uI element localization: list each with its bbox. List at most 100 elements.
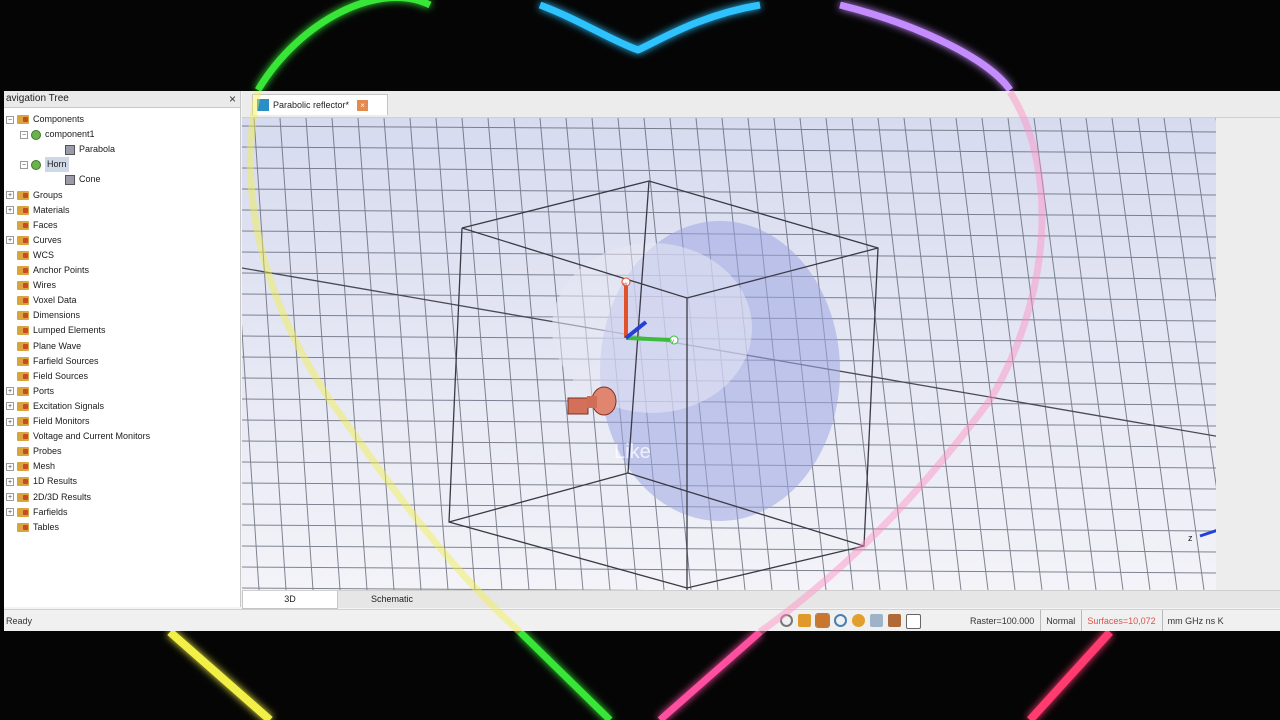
tree-item-label: Field Monitors — [33, 416, 90, 426]
wcs-v-label: v — [671, 339, 674, 345]
status-surfaces: Surfaces=10,072 — [1081, 610, 1156, 631]
expand-icon[interactable]: + — [6, 402, 14, 411]
expand-icon[interactable]: + — [6, 417, 14, 426]
tree-item-label: Parabola — [79, 144, 116, 155]
tree-item-label: Probes — [33, 446, 62, 457]
tab-label: Parabolic reflector* — [273, 100, 350, 110]
wireframe-icon[interactable] — [906, 614, 921, 629]
tree-item[interactable]: Dimensions — [6, 308, 80, 323]
tree-item[interactable]: Probes — [6, 444, 62, 459]
tree-item[interactable]: − Horn — [20, 157, 69, 173]
rotate-icon[interactable] — [815, 613, 830, 628]
expand-icon[interactable]: + — [6, 387, 14, 396]
folder-icon — [17, 115, 29, 124]
expand-icon[interactable]: + — [6, 206, 14, 215]
tree-item[interactable]: + Groups — [6, 188, 63, 203]
tree-item[interactable]: + Mesh — [6, 459, 55, 474]
collapse-icon[interactable]: − — [20, 130, 28, 139]
expand-icon[interactable]: + — [6, 236, 14, 245]
close-icon[interactable]: × — [229, 91, 236, 107]
tree-item[interactable]: Farfield Sources — [6, 354, 99, 369]
folder-icon — [17, 417, 29, 426]
document-tab-bar: Parabolic reflector* × — [242, 91, 1280, 118]
folder-icon — [17, 462, 29, 472]
tree-item-label: component1 — [45, 129, 95, 140]
tree-item[interactable]: WCS — [6, 248, 54, 263]
folder-icon — [17, 507, 29, 517]
solid-icon — [65, 174, 75, 185]
tree-item[interactable]: + Farfields — [6, 505, 68, 520]
tree-item[interactable]: − Components — [6, 112, 84, 127]
tree-item[interactable]: + Curves — [6, 233, 62, 248]
tab-3d[interactable]: 3D — [242, 591, 338, 609]
folder-icon — [17, 250, 29, 260]
tree-item-label: Materials — [33, 204, 70, 215]
3d-viewport[interactable]: w v Like y x z — [242, 118, 1216, 590]
folder-icon — [17, 266, 29, 275]
tree-item-label: Excitation Signals — [33, 400, 105, 411]
folder-icon — [17, 296, 29, 306]
zoom-icon[interactable] — [780, 614, 793, 627]
tree-item[interactable]: Tables — [6, 520, 59, 535]
expand-icon[interactable]: + — [6, 462, 14, 471]
tree-item[interactable]: +1D Results — [6, 474, 77, 489]
tree-item[interactable]: Lumped Elements — [6, 323, 106, 338]
view-tabs: 3D Schematic — [242, 590, 1280, 609]
tree-item[interactable]: + Field Monitors — [6, 414, 90, 429]
folder-icon — [17, 371, 29, 381]
tree-item-label: Field Sources — [33, 370, 89, 381]
tree-item-label: Voxel Data — [33, 295, 77, 306]
tree-item-label: Mesh — [33, 461, 56, 472]
pan-icon[interactable] — [798, 614, 811, 627]
expand-icon[interactable]: + — [6, 191, 14, 199]
folder-icon — [17, 205, 29, 215]
tree-item-label: Farfield Sources — [33, 355, 99, 366]
material-icon[interactable] — [888, 614, 901, 627]
tree-item[interactable]: Wires — [6, 278, 56, 293]
tree-item-label: Horn — [45, 157, 69, 173]
expand-icon[interactable]: + — [6, 508, 14, 517]
tree-item[interactable]: Parabola — [54, 142, 115, 157]
expand-icon[interactable]: + — [6, 493, 14, 501]
zoom-fit-icon[interactable] — [834, 614, 847, 627]
tree-item-label: Plane Wave — [33, 340, 82, 351]
tree-item[interactable]: Field Sources — [6, 369, 88, 384]
tree-item[interactable]: + Excitation Signals — [6, 399, 104, 414]
tree-item[interactable]: + Materials — [6, 203, 70, 218]
tree-item-label: 2D/3D Results — [33, 491, 92, 502]
tree-item[interactable]: + Ports — [6, 384, 54, 399]
status-toolbar — [780, 613, 921, 629]
tree-item-label: Curves — [33, 234, 62, 245]
3d-scene: w v Like y x z — [242, 118, 1216, 590]
navigation-tree-panel: avigation Tree × − Components − component1 P… — [4, 91, 241, 607]
tree-item-label: Voltage and Current Monitors — [33, 431, 151, 442]
folder-icon — [17, 281, 29, 291]
tree-item[interactable]: Cone — [54, 172, 101, 187]
solid-icon — [65, 144, 75, 155]
parabola-inner-face — [552, 243, 752, 413]
view-icon[interactable] — [870, 614, 883, 627]
status-units: mm GHz ns K — [1161, 610, 1224, 631]
navigation-tree-title: avigation Tree — [6, 93, 69, 104]
folder-icon — [17, 401, 29, 411]
tree-item-label: Wires — [33, 280, 56, 291]
tree-item[interactable]: Anchor Points — [6, 263, 89, 278]
select-icon[interactable] — [852, 614, 865, 627]
status-ready: Ready — [6, 616, 33, 626]
tree-item-label: Farfields — [33, 506, 68, 517]
expand-icon[interactable]: + — [6, 477, 14, 486]
tree-item[interactable]: Voxel Data — [6, 293, 77, 308]
tree-item[interactable]: − component1 — [20, 127, 95, 142]
collapse-icon[interactable]: − — [20, 160, 28, 169]
tree-item[interactable]: Faces — [6, 218, 58, 233]
folder-icon — [17, 386, 29, 396]
close-tab-icon[interactable]: × — [357, 99, 369, 111]
status-bar: Ready Raster=100.000 Normal Surfaces=10,… — [4, 609, 1280, 631]
tree-item[interactable]: +2D/3D Results — [6, 490, 91, 505]
tree-item-label: Anchor Points — [33, 265, 90, 275]
tree-item[interactable]: Voltage and Current Monitors — [6, 429, 150, 444]
tree-item[interactable]: Plane Wave — [6, 339, 81, 354]
tab-schematic[interactable]: Schematic — [342, 591, 442, 608]
collapse-icon[interactable]: − — [6, 115, 14, 124]
tab-parabolic-reflector[interactable]: Parabolic reflector* × — [252, 94, 388, 115]
